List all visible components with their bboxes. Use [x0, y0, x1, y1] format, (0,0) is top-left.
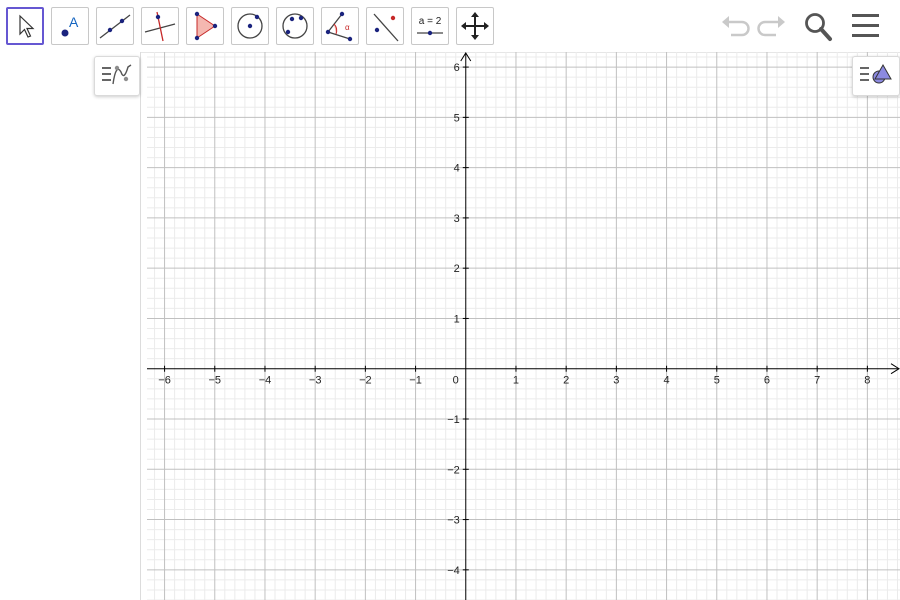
line-tool-button[interactable] — [96, 7, 134, 45]
y-tick-label: −1 — [447, 414, 460, 426]
x-tick-label: 8 — [864, 375, 870, 387]
line-icon — [99, 14, 131, 39]
redo-button[interactable] — [754, 8, 790, 44]
x-tick-label: −4 — [259, 375, 272, 387]
circle-center-icon — [237, 13, 263, 39]
circle-center-tool-button[interactable] — [231, 7, 269, 45]
search-button[interactable] — [800, 8, 836, 44]
slider-tool-button[interactable]: a = 2 — [411, 7, 449, 45]
x-tick-label: −2 — [359, 375, 372, 387]
y-tick-label: 6 — [454, 62, 460, 74]
graphics-style-toggle-button[interactable] — [852, 56, 900, 96]
move-graphics-tool-button[interactable] — [456, 7, 494, 45]
undo-button[interactable] — [717, 8, 753, 44]
menu-button[interactable] — [848, 8, 884, 44]
angle-tool-button[interactable]: α — [321, 7, 359, 45]
redo-icon — [757, 16, 785, 37]
y-tick-label: 3 — [454, 213, 460, 225]
x-tick-label: −1 — [409, 375, 422, 387]
point-tool-button[interactable]: A — [51, 7, 89, 45]
algebra-view-toggle-button[interactable] — [94, 56, 140, 96]
y-tick-label: −4 — [447, 565, 460, 577]
polygon-icon — [194, 11, 218, 41]
x-tick-label: −5 — [208, 375, 221, 387]
cursor-arrow-icon — [19, 14, 35, 38]
point-label-text: A — [69, 14, 79, 30]
y-tick-label: 4 — [454, 163, 460, 175]
angle-alpha-text: α — [345, 23, 350, 32]
y-tick-label: −3 — [447, 515, 460, 527]
algebra-graph-icon — [102, 64, 132, 85]
menu-icon — [852, 14, 879, 37]
move-cross-arrows-icon — [461, 12, 489, 40]
style-shapes-icon — [860, 63, 892, 84]
undo-icon — [722, 16, 750, 37]
x-tick-label: 4 — [664, 375, 670, 387]
y-tick-label: 5 — [454, 112, 460, 124]
x-tick-label: −6 — [158, 375, 171, 387]
x-tick-label: 5 — [714, 375, 720, 387]
x-tick-label: 1 — [513, 375, 519, 387]
y-tick-label: 1 — [454, 313, 460, 325]
origin-label: 0 — [453, 375, 459, 387]
x-tick-label: −3 — [309, 375, 322, 387]
slider-icon — [417, 30, 443, 36]
move-tool-button[interactable] — [6, 7, 44, 45]
x-tick-label: 7 — [814, 375, 820, 387]
perpendicular-line-tool-button[interactable] — [141, 7, 179, 45]
circle-three-points-tool-button[interactable] — [276, 7, 314, 45]
x-tick-label: 6 — [764, 375, 770, 387]
algebra-view-panel[interactable] — [0, 52, 141, 600]
x-tick-label: 2 — [563, 375, 569, 387]
search-icon — [805, 13, 832, 41]
toolbar: A α a = 2 — [0, 0, 900, 53]
polygon-tool-button[interactable] — [186, 7, 224, 45]
y-tick-label: 2 — [454, 263, 460, 275]
y-tick-label: −2 — [447, 464, 460, 476]
circle-three-points-icon — [282, 13, 308, 39]
x-tick-label: 3 — [613, 375, 619, 387]
graphics-view[interactable]: −6 −5 −4 −3 −2 −1 1 2 3 4 5 6 7 8 6 5 4 3 2 1 −1 −2 −3 −4 0 — [147, 52, 900, 600]
reflect-line-icon — [373, 13, 399, 42]
perpendicular-line-icon — [144, 11, 176, 42]
angle-icon: α — [325, 11, 353, 42]
reflect-tool-button[interactable] — [366, 7, 404, 45]
